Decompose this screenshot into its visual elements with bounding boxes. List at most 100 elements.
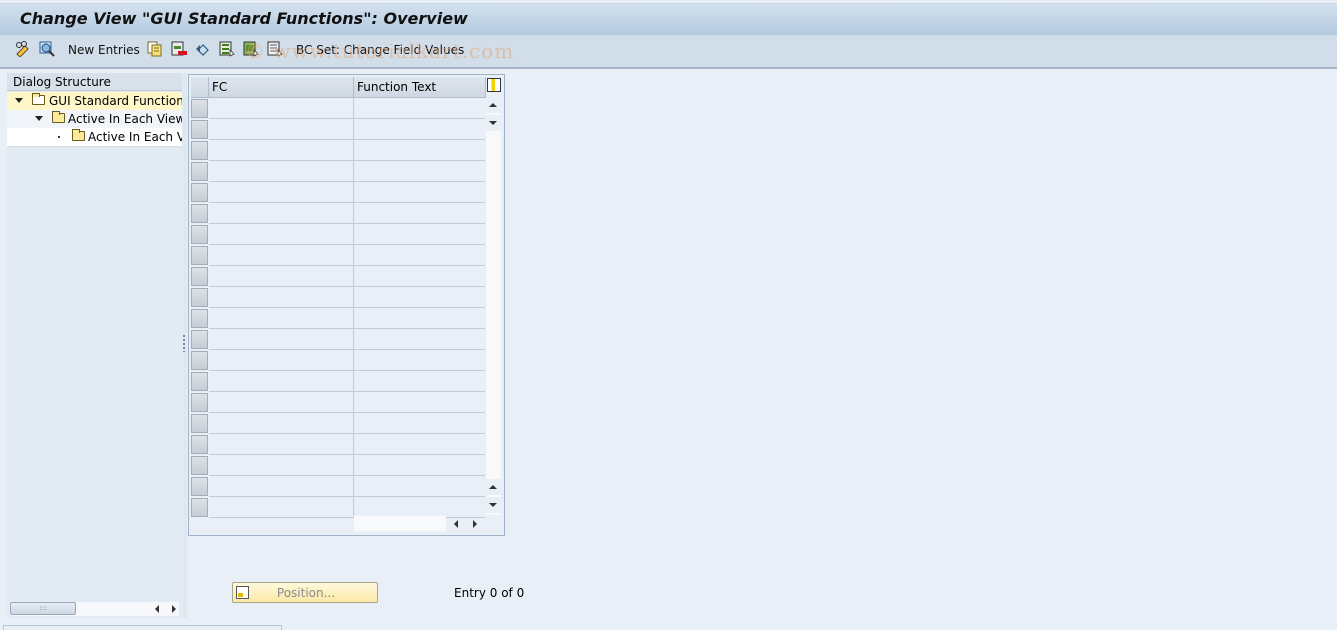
scroll-page-down-button[interactable] bbox=[486, 497, 501, 513]
row-selector[interactable] bbox=[191, 141, 208, 160]
splitter-grip-icon[interactable] bbox=[183, 335, 185, 352]
cell-function-text[interactable] bbox=[354, 203, 485, 224]
row-selector[interactable] bbox=[191, 393, 208, 412]
title-bar: Change View "GUI Standard Functions": Ov… bbox=[0, 3, 1337, 35]
row-selector[interactable] bbox=[191, 246, 208, 265]
column-header-fc[interactable]: FC bbox=[209, 77, 354, 98]
position-button-label: Position... bbox=[276, 586, 336, 600]
cell-function-text[interactable] bbox=[354, 413, 485, 434]
leaf-bullet-icon bbox=[58, 136, 60, 138]
cell-fc[interactable] bbox=[209, 119, 354, 140]
row-selector[interactable] bbox=[191, 267, 208, 286]
cell-fc[interactable] bbox=[209, 497, 354, 518]
cell-function-text[interactable] bbox=[354, 308, 485, 329]
cell-fc[interactable] bbox=[209, 350, 354, 371]
cell-fc[interactable] bbox=[209, 308, 354, 329]
cell-function-text[interactable] bbox=[354, 497, 485, 518]
cell-fc[interactable] bbox=[209, 203, 354, 224]
scroll-right-icon[interactable] bbox=[473, 520, 477, 528]
row-selector[interactable] bbox=[191, 351, 208, 370]
tree-item-label: GUI Standard Functions bbox=[47, 92, 182, 110]
cell-function-text[interactable] bbox=[354, 161, 485, 182]
row-selector[interactable] bbox=[191, 372, 208, 391]
cell-function-text[interactable] bbox=[354, 455, 485, 476]
scrollbar-track[interactable] bbox=[354, 516, 446, 531]
row-selector[interactable] bbox=[191, 183, 208, 202]
cell-function-text[interactable] bbox=[354, 329, 485, 350]
cell-function-text[interactable] bbox=[354, 140, 485, 161]
row-selector[interactable] bbox=[191, 456, 208, 475]
row-selector[interactable] bbox=[191, 99, 208, 118]
cell-fc[interactable] bbox=[209, 140, 354, 161]
new-entries-button[interactable]: New Entries bbox=[68, 43, 140, 57]
cell-fc[interactable] bbox=[209, 287, 354, 308]
cell-function-text[interactable] bbox=[354, 266, 485, 287]
cell-function-text[interactable] bbox=[354, 182, 485, 203]
undo-icon[interactable] bbox=[195, 41, 211, 57]
display-change-icon[interactable] bbox=[15, 41, 31, 58]
panel-splitter[interactable] bbox=[183, 73, 187, 618]
tree-item-gui-standard-functions[interactable]: GUI Standard Functions bbox=[7, 92, 182, 111]
scroll-page-up-button[interactable] bbox=[486, 479, 501, 495]
row-selector[interactable] bbox=[191, 120, 208, 139]
cell-function-text[interactable] bbox=[354, 224, 485, 245]
cell-fc[interactable] bbox=[209, 266, 354, 287]
column-separator bbox=[353, 98, 354, 516]
row-selector[interactable] bbox=[191, 498, 208, 517]
cell-fc[interactable] bbox=[209, 413, 354, 434]
expand-triangle-icon[interactable] bbox=[35, 116, 43, 121]
copy-icon[interactable] bbox=[147, 41, 163, 57]
cell-fc[interactable] bbox=[209, 455, 354, 476]
cell-fc[interactable] bbox=[209, 329, 354, 350]
row-selector[interactable] bbox=[191, 414, 208, 433]
cell-fc[interactable] bbox=[209, 161, 354, 182]
cell-function-text[interactable] bbox=[354, 350, 485, 371]
row-selector[interactable] bbox=[191, 225, 208, 244]
delete-icon[interactable] bbox=[171, 41, 187, 57]
tree-item-active-in-each-view[interactable]: Active In Each View bbox=[7, 110, 182, 129]
scroll-left-icon[interactable] bbox=[155, 605, 159, 613]
expand-triangle-icon[interactable] bbox=[15, 98, 23, 103]
row-selector[interactable] bbox=[191, 204, 208, 223]
scroll-up-button[interactable] bbox=[486, 97, 501, 113]
column-header-function-text[interactable]: Function Text bbox=[354, 77, 486, 98]
select-all-rows-button[interactable] bbox=[191, 77, 209, 98]
cell-fc[interactable] bbox=[209, 434, 354, 455]
column-configuration-icon[interactable] bbox=[487, 78, 501, 92]
position-button[interactable]: Position... bbox=[232, 582, 378, 603]
arrow-down-icon bbox=[489, 121, 497, 125]
cell-fc[interactable] bbox=[209, 476, 354, 497]
cell-function-text[interactable] bbox=[354, 245, 485, 266]
table-horizontal-scrollbar[interactable] bbox=[354, 516, 487, 532]
row-selector[interactable] bbox=[191, 330, 208, 349]
scroll-left-icon[interactable] bbox=[454, 520, 458, 528]
cell-function-text[interactable] bbox=[354, 119, 485, 140]
cell-fc[interactable] bbox=[209, 371, 354, 392]
arrow-up-icon bbox=[489, 103, 497, 107]
cell-function-text[interactable] bbox=[354, 98, 485, 119]
watermark: © www.tutorialkart.com bbox=[245, 39, 515, 63]
dialog-structure-horizontal-scrollbar[interactable]: ::: bbox=[10, 602, 179, 616]
tree-item-active-in-each-view-sub[interactable]: Active In Each Vi bbox=[7, 128, 182, 147]
where-used-icon[interactable] bbox=[39, 41, 55, 57]
cell-fc[interactable] bbox=[209, 392, 354, 413]
cell-function-text[interactable] bbox=[354, 287, 485, 308]
cell-function-text[interactable] bbox=[354, 434, 485, 455]
cell-function-text[interactable] bbox=[354, 371, 485, 392]
cell-fc[interactable] bbox=[209, 98, 354, 119]
cell-function-text[interactable] bbox=[354, 392, 485, 413]
select-all-icon[interactable] bbox=[219, 41, 235, 57]
scroll-right-icon[interactable] bbox=[172, 605, 176, 613]
row-selector[interactable] bbox=[191, 288, 208, 307]
row-selector[interactable] bbox=[191, 435, 208, 454]
cell-fc[interactable] bbox=[209, 182, 354, 203]
cell-fc[interactable] bbox=[209, 224, 354, 245]
row-selector[interactable] bbox=[191, 309, 208, 328]
row-selector[interactable] bbox=[191, 162, 208, 181]
table-vertical-scrollbar[interactable] bbox=[486, 97, 501, 515]
cell-fc[interactable] bbox=[209, 245, 354, 266]
scroll-down-button[interactable] bbox=[486, 115, 501, 131]
row-selector[interactable] bbox=[191, 477, 208, 496]
scrollbar-thumb[interactable]: ::: bbox=[10, 602, 76, 615]
cell-function-text[interactable] bbox=[354, 476, 485, 497]
